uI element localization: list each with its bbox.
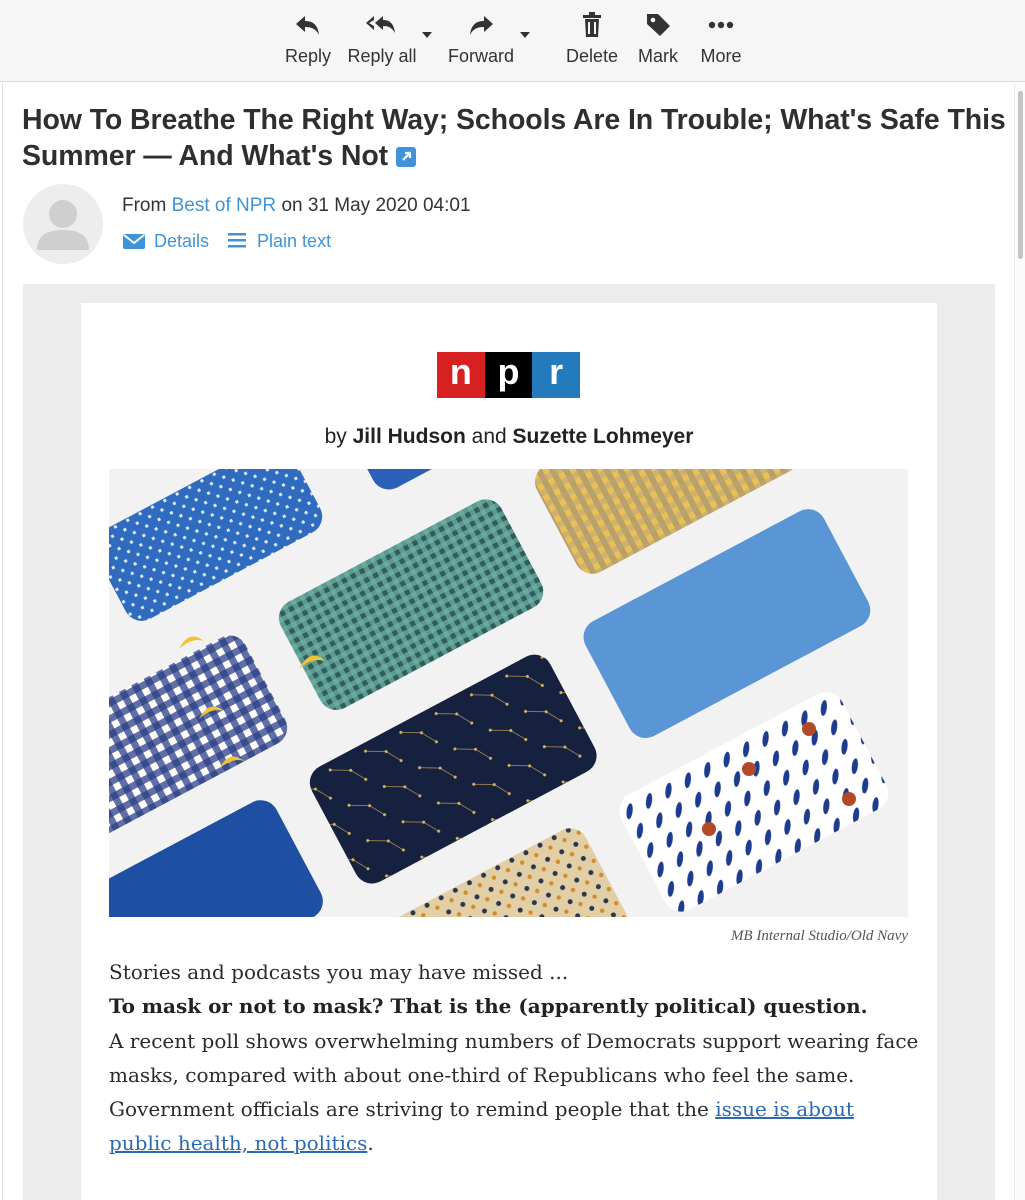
plain-text-link[interactable]: Plain text bbox=[227, 231, 331, 252]
forward-icon bbox=[470, 16, 493, 35]
intro-text: Stories and podcasts you may have missed… bbox=[109, 960, 569, 984]
byline: by Jill Hudson and Suzette Lohmeyer bbox=[81, 425, 937, 449]
message-subject: How To Breathe The Right Way; Schools Ar… bbox=[22, 102, 1007, 174]
lines-icon bbox=[228, 233, 247, 248]
tag-icon bbox=[647, 14, 670, 36]
message-toolbar: Reply Reply all Forward Delete Mark More bbox=[0, 0, 1025, 82]
envelope-icon bbox=[123, 234, 145, 249]
from-prefix: From bbox=[122, 195, 167, 216]
face-masks-photo[interactable] bbox=[109, 469, 908, 917]
more-button[interactable]: More bbox=[698, 10, 744, 74]
author-1: Jill Hudson bbox=[352, 425, 466, 448]
reply-button[interactable]: Reply bbox=[284, 10, 332, 74]
chevron-down-icon bbox=[422, 32, 432, 38]
mark-button[interactable]: Mark bbox=[634, 10, 682, 74]
date-prefix: on bbox=[281, 195, 303, 216]
reply-all-label: Reply all bbox=[347, 46, 417, 66]
logo-letter-p: p bbox=[484, 351, 533, 398]
details-link[interactable]: Details bbox=[122, 231, 209, 252]
logo-letter-n: n bbox=[437, 351, 485, 398]
mark-label: Mark bbox=[638, 46, 678, 66]
sender-link[interactable]: Best of NPR bbox=[172, 195, 277, 216]
sender-avatar bbox=[23, 184, 103, 264]
photo-credit: MB Internal Studio/Old Navy bbox=[730, 928, 908, 944]
more-label: More bbox=[700, 46, 742, 66]
scrollbar-thumb[interactable] bbox=[1018, 91, 1023, 259]
details-label: Details bbox=[154, 230, 210, 251]
story-headline[interactable]: To mask or not to mask? That is the (app… bbox=[109, 989, 921, 1023]
delete-button[interactable]: Delete bbox=[564, 10, 620, 74]
sender-line: From Best of NPR on 31 May 2020 04:01 bbox=[122, 195, 471, 217]
more-dots-icon bbox=[708, 21, 734, 29]
logo-letter-r: r bbox=[532, 351, 581, 398]
masks-illustration bbox=[109, 469, 908, 917]
byline-and: and bbox=[471, 425, 507, 448]
vertical-scrollbar[interactable] bbox=[1014, 83, 1025, 1200]
trash-icon bbox=[583, 12, 601, 37]
plain-text-label: Plain text bbox=[257, 230, 332, 251]
message-meta-links: Details Plain text bbox=[122, 228, 349, 254]
open-external-icon[interactable] bbox=[396, 140, 417, 167]
author-2: Suzette Lohmeyer bbox=[512, 425, 694, 448]
npr-logo[interactable]: n p r bbox=[437, 351, 581, 398]
reply-all-button[interactable]: Reply all bbox=[346, 10, 418, 74]
reply-label: Reply bbox=[284, 46, 332, 66]
reply-all-dropdown[interactable] bbox=[420, 30, 434, 40]
forward-dropdown[interactable] bbox=[518, 30, 532, 40]
reply-all-icon bbox=[366, 16, 395, 33]
subject-text: How To Breathe The Right Way; Schools Ar… bbox=[22, 104, 1006, 172]
forward-button[interactable]: Forward bbox=[446, 10, 516, 74]
reply-icon bbox=[296, 16, 319, 35]
message-date: 31 May 2020 04:01 bbox=[307, 195, 471, 216]
byline-prefix: by bbox=[324, 425, 347, 448]
forward-label: Forward bbox=[447, 46, 514, 66]
story-paragraph: A recent poll shows overwhelming numbers… bbox=[109, 1024, 921, 1160]
paragraph-end: . bbox=[367, 1131, 374, 1155]
chevron-down-icon bbox=[520, 32, 530, 38]
person-icon bbox=[37, 200, 89, 250]
delete-label: Delete bbox=[565, 46, 619, 66]
